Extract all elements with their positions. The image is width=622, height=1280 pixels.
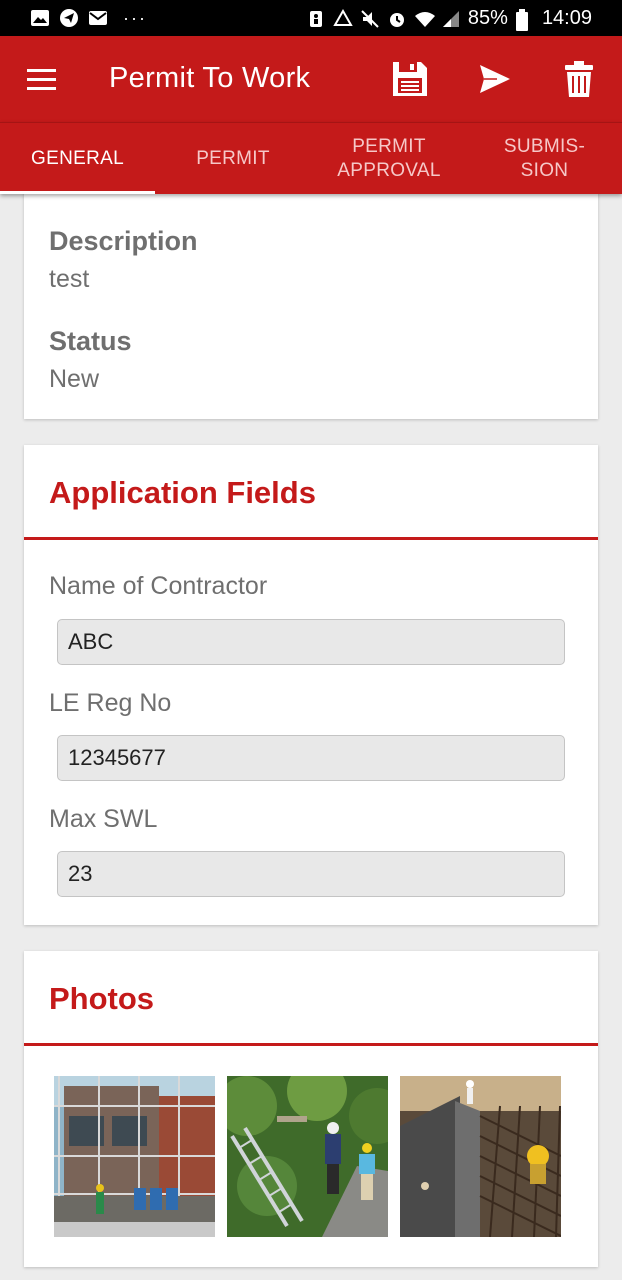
send-icon bbox=[480, 65, 510, 93]
status-label: Status bbox=[49, 326, 132, 356]
accessibility-icon bbox=[306, 9, 326, 29]
tab-permit[interactable]: PERMIT bbox=[155, 123, 311, 195]
tab-submission[interactable]: SUBMIS- SION bbox=[467, 123, 622, 195]
photos-card: Photos bbox=[24, 951, 598, 1267]
application-fields-title: Application Fields bbox=[49, 475, 316, 510]
max-swl-input[interactable] bbox=[57, 851, 565, 897]
description-value: test bbox=[49, 265, 90, 293]
battery-percent: 85% bbox=[467, 7, 508, 29]
active-tab-indicator bbox=[0, 191, 155, 194]
section-divider bbox=[24, 1043, 598, 1046]
status-left-icons: ··· bbox=[30, 8, 147, 28]
scaffolding-photo[interactable] bbox=[54, 1076, 215, 1237]
description-label: Description bbox=[49, 226, 198, 256]
contractor-name-input[interactable] bbox=[57, 619, 565, 665]
rebar-site-photo[interactable] bbox=[400, 1076, 561, 1237]
delete-button[interactable] bbox=[556, 56, 602, 102]
ladder-work-photo[interactable] bbox=[227, 1076, 388, 1237]
telegram-icon bbox=[59, 8, 79, 28]
more-notifications-dots: ··· bbox=[123, 8, 147, 28]
contractor-name-label: Name of Contractor bbox=[49, 572, 268, 600]
mute-icon bbox=[360, 9, 380, 29]
battery-icon bbox=[515, 8, 535, 31]
send-button[interactable] bbox=[472, 56, 518, 102]
section-divider bbox=[24, 537, 598, 540]
alarm-icon bbox=[387, 9, 407, 29]
trash-icon bbox=[565, 61, 593, 97]
recycle-icon bbox=[333, 8, 353, 29]
save-button[interactable] bbox=[387, 56, 433, 102]
app-bar: Permit To Work bbox=[0, 36, 622, 122]
tab-permit-approval[interactable]: PERMIT APPROVAL bbox=[311, 123, 467, 195]
tab-general[interactable]: GENERAL bbox=[0, 123, 155, 195]
mail-icon bbox=[88, 8, 108, 28]
save-icon bbox=[393, 62, 427, 96]
menu-button[interactable] bbox=[22, 60, 62, 100]
signal-icon bbox=[441, 9, 461, 29]
hamburger-icon bbox=[27, 69, 56, 90]
clock-time: 14:09 bbox=[541, 7, 592, 29]
gallery-icon bbox=[30, 8, 50, 28]
photos-title: Photos bbox=[49, 981, 155, 1016]
wifi-icon bbox=[414, 9, 435, 29]
general-info-card: Description test Status New bbox=[24, 188, 598, 419]
page-title: Permit To Work bbox=[109, 62, 311, 94]
tab-bar: GENERAL PERMIT PERMIT APPROVAL SUBMIS- S… bbox=[0, 122, 622, 194]
status-value: New bbox=[49, 365, 100, 393]
max-swl-label: Max SWL bbox=[49, 805, 158, 833]
le-reg-no-label: LE Reg No bbox=[49, 689, 172, 717]
application-fields-card: Application Fields Name of Contractor LE… bbox=[24, 445, 598, 925]
status-bar: ··· 85% 14:09 bbox=[0, 0, 622, 36]
status-right-icons: 85% 14:09 bbox=[306, 7, 592, 31]
le-reg-no-input[interactable] bbox=[57, 735, 565, 781]
